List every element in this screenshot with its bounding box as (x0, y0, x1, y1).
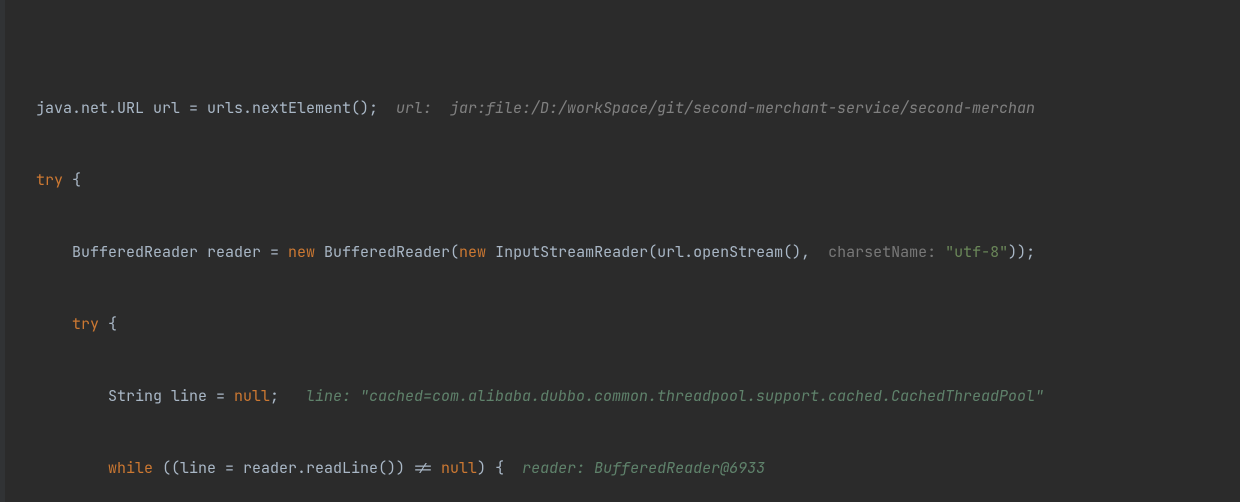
code-line: try { (0, 168, 1240, 192)
code-editor[interactable]: java.net.URL url = urls.nextElement(); u… (0, 0, 1240, 502)
code-line: while ((line = reader.readLine()) != nul… (0, 456, 1240, 480)
code-line: String line = null; line: "cached=com.al… (0, 384, 1240, 408)
code-line: try { (0, 312, 1240, 336)
editor-gutter (0, 0, 5, 502)
code-line: java.net.URL url = urls.nextElement(); u… (0, 96, 1240, 120)
code-line: BufferedReader reader = new BufferedRead… (0, 240, 1240, 264)
